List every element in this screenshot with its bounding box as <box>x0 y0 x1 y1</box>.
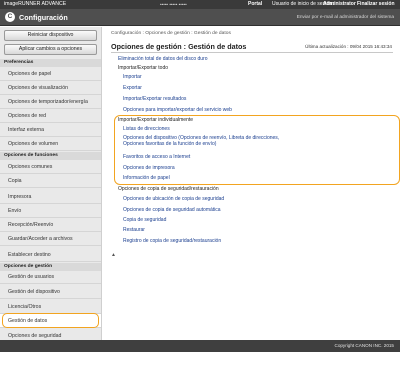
import-export-results-link[interactable]: Importar/Exportar resultados <box>123 96 186 102</box>
breadcrumb: Configuración : Opciones de gestión : Ge… <box>111 31 231 36</box>
sidebar-item-external-interface[interactable]: Interfaz externa <box>0 123 101 137</box>
title-divider <box>111 52 393 53</box>
page-root: { "topbar": { "brand": "imageRUNNER ADVA… <box>0 0 400 365</box>
page-title: Opciones de gestión : Gestión de datos <box>111 42 247 51</box>
sidebar-item-display[interactable]: Opciones de visualización <box>0 81 101 95</box>
restart-device-button[interactable]: Reiniciar dispositivo <box>4 30 97 41</box>
logout-link[interactable]: Finalizar sesión <box>357 0 395 9</box>
backup-location-link[interactable]: Opciones de ubicación de copia de seguri… <box>123 196 224 202</box>
footer: Copyright CANON INC. 2015 <box>0 340 400 365</box>
sidebar-item-printer[interactable]: Impresora <box>0 190 101 204</box>
backup-link[interactable]: Copia de seguridad <box>123 217 166 223</box>
export-link[interactable]: Exportar <box>123 85 142 91</box>
admin-user: Administrator <box>323 1 356 7</box>
backup-log-link[interactable]: Registro de copia de seguridad/restaurac… <box>123 238 221 244</box>
section-preferences: Preferencias <box>0 59 101 67</box>
app-header: C Configuración Enviar por e-mail al adm… <box>0 9 400 26</box>
sidebar-item-store-access-files[interactable]: Guardar/Acceder a archivos <box>0 232 101 246</box>
restore-link[interactable]: Restaurar <box>123 227 145 233</box>
sidebar-item-receive-forward[interactable]: Recepción/Reenvío <box>0 218 101 232</box>
copyright: Copyright CANON INC. 2015 <box>334 343 395 348</box>
auto-backup-link[interactable]: Opciones de copia de seguridad automátic… <box>123 207 221 213</box>
app-title: Configuración <box>19 13 68 22</box>
sidebar-item-paper[interactable]: Opciones de papel <box>0 67 101 81</box>
sidebar-item-timer-energy[interactable]: Opciones de temporizador/energía <box>0 95 101 109</box>
sidebar-item-device-management[interactable]: Gestión del dispositivo <box>0 285 101 299</box>
sidebar-item-network[interactable]: Opciones de red <box>0 109 101 123</box>
backup-restore-heading: Opciones de copia de seguridad/restaurac… <box>118 186 219 192</box>
last-update: Última actualización : 09/04 2015 16:43:… <box>305 44 392 49</box>
import-export-all-heading: Importar/Exportar todo <box>118 65 169 71</box>
sidebar-item-license-other[interactable]: Licencia/Otros <box>0 300 101 314</box>
sidebar-item-common[interactable]: Opciones comunes <box>0 160 101 174</box>
to-top-icon[interactable]: ▲ <box>111 252 116 258</box>
portal-link[interactable]: Portal <box>248 0 262 9</box>
web-import-export-options-link[interactable]: Opciones para importar/exportar del serv… <box>123 107 232 113</box>
sidebar-item-set-destination[interactable]: Establecer destino <box>0 248 101 262</box>
highlight-data-management <box>2 313 99 328</box>
brand-name: imageRUNNER ADVANCE <box>4 1 67 7</box>
sidebar-item-send[interactable]: Envío <box>0 204 101 218</box>
apply-changes-button[interactable]: Aplicar cambios a opciones <box>4 44 97 55</box>
section-function-options: Opciones de funciones <box>0 152 101 160</box>
sidebar: Reiniciar dispositivo Aplicar cambios a … <box>0 27 102 343</box>
highlight-individual-import-export <box>114 115 400 185</box>
sidebar-item-copy[interactable]: Copia <box>0 174 101 188</box>
email-admin-link[interactable]: Enviar por e-mail al administrador del s… <box>297 9 394 26</box>
sidebar-item-volume[interactable]: Opciones de volumen <box>0 137 101 151</box>
device-info: ••••• ••••• ••••• <box>160 2 187 7</box>
top-strip: imageRUNNER ADVANCE ••••• ••••• ••••• Po… <box>0 0 400 9</box>
settings-logo-icon: C <box>5 12 15 22</box>
footer-bar: Copyright CANON INC. 2015 <box>0 340 400 352</box>
sidebar-item-user-management[interactable]: Gestión de usuarios <box>0 270 101 284</box>
initialize-all-link[interactable]: Eliminación total de datos del disco dur… <box>118 56 208 62</box>
import-link[interactable]: Importar <box>123 74 142 80</box>
